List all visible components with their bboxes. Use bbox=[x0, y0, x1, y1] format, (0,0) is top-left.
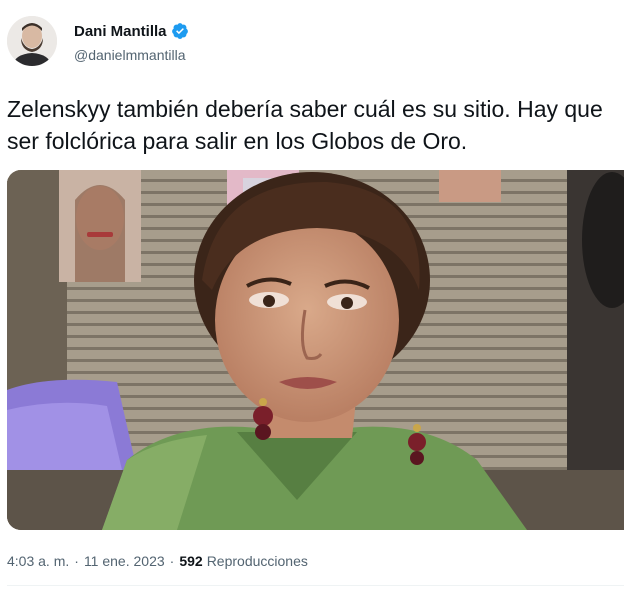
tweet-time[interactable]: 4:03 a. m. bbox=[7, 553, 69, 569]
divider bbox=[7, 585, 624, 586]
name-row: Dani Mantilla bbox=[74, 21, 189, 41]
avatar-image bbox=[7, 16, 57, 66]
tweet-text: Zelenskyy también debería saber cuál es … bbox=[7, 96, 603, 154]
user-handle[interactable]: @danielmmantilla bbox=[74, 47, 189, 63]
verified-badge-icon bbox=[171, 22, 189, 40]
author-block: Dani Mantilla @danielmmantilla bbox=[74, 21, 189, 63]
views-label: Reproducciones bbox=[206, 553, 308, 569]
media-photo bbox=[7, 170, 624, 530]
tweet-date[interactable]: 11 ene. 2023 bbox=[84, 553, 165, 569]
tweet: Dani Mantilla @danielmmantilla Zelenskyy… bbox=[0, 0, 624, 593]
meta-separator: · bbox=[169, 553, 175, 569]
meta-separator: · bbox=[74, 553, 79, 569]
tweet-media-image[interactable] bbox=[7, 170, 624, 530]
views-count: 592 bbox=[179, 553, 203, 569]
display-name[interactable]: Dani Mantilla bbox=[74, 23, 167, 40]
avatar[interactable] bbox=[7, 16, 57, 66]
tweet-meta: 4:03 a. m. · 11 ene. 2023 · 592 Reproduc… bbox=[7, 553, 308, 569]
